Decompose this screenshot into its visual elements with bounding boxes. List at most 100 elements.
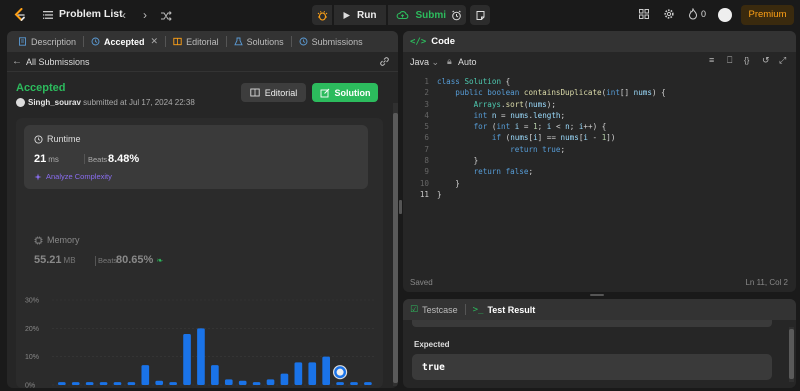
chevron-left-icon[interactable]: ‹ <box>118 8 130 22</box>
y-tick-label: 10% <box>25 354 39 361</box>
chart-bar[interactable] <box>308 362 317 385</box>
code-line[interactable]: 10 } <box>403 178 796 189</box>
chart-bar[interactable] <box>183 334 191 385</box>
code-line[interactable]: 3 Arrays.sort(nums); <box>403 99 796 110</box>
avatar[interactable] <box>718 8 732 22</box>
mode-label[interactable]: Auto <box>458 57 477 67</box>
run-label: Run <box>357 9 377 21</box>
chart-bar[interactable] <box>336 382 344 385</box>
chart-bar[interactable] <box>364 382 372 385</box>
beats-label: Beats <box>88 155 108 164</box>
tab-submissions[interactable]: Submissions <box>294 31 368 52</box>
chart-bar[interactable] <box>141 365 150 385</box>
streak-count: 0 <box>701 9 707 19</box>
code-text: int n = nums.length; <box>473 110 566 120</box>
shuffle-icon[interactable] <box>160 9 172 23</box>
reset-icon[interactable]: ↺ <box>762 55 770 66</box>
output-box <box>412 320 772 327</box>
chevron-right-icon[interactable]: › <box>139 8 151 22</box>
book-icon <box>173 37 182 46</box>
tab-solutions[interactable]: Solutions <box>229 31 289 52</box>
debug-button[interactable] <box>312 5 332 25</box>
all-submissions-link[interactable]: All Submissions <box>26 57 90 67</box>
tab-description[interactable]: Description <box>13 31 81 52</box>
close-icon[interactable]: ✕ <box>151 36 159 47</box>
y-tick-label: 30% <box>25 298 39 305</box>
link-icon[interactable] <box>379 56 390 67</box>
chart-bar[interactable] <box>294 362 303 385</box>
code-line[interactable]: 8 } <box>403 155 796 166</box>
editorial-button[interactable]: Editorial <box>241 83 306 102</box>
code-line[interactable]: 9 return false; <box>403 166 796 177</box>
chart-bar[interactable] <box>350 382 358 385</box>
list-icon[interactable] <box>42 9 54 21</box>
tab-divider <box>225 36 227 47</box>
format-icon[interactable]: ≡ <box>709 55 714 65</box>
line-number: 6 <box>424 133 429 143</box>
scrollbar-thumb[interactable] <box>789 329 794 379</box>
vertical-resize-handle[interactable] <box>399 200 402 214</box>
chart-bar[interactable] <box>71 382 80 385</box>
expected-value: true <box>422 362 445 373</box>
chart-bar[interactable] <box>99 382 108 385</box>
chart-bar[interactable] <box>322 356 330 385</box>
code-line[interactable]: 6 if (nums[i] == nums[i - 1]) <box>403 132 796 143</box>
gear-icon[interactable] <box>663 8 675 20</box>
chart-bar[interactable] <box>113 382 122 385</box>
code-editor[interactable]: 1 class Solution {2 public boolean contai… <box>403 76 796 200</box>
alarm-clock-icon <box>451 10 461 20</box>
chart-bar[interactable] <box>266 379 275 385</box>
tab-accepted[interactable]: Accepted ✕ <box>86 31 163 52</box>
divider <box>84 154 85 164</box>
problem-list-link[interactable]: Problem List <box>59 8 123 20</box>
line-number: 5 <box>424 122 429 132</box>
chart-bar[interactable] <box>197 328 205 385</box>
code-line[interactable]: 5 for (int i = 1; i < n; i++) { <box>403 121 796 132</box>
chart-bar[interactable] <box>58 382 66 385</box>
arrow-left-icon[interactable]: ← <box>12 56 22 67</box>
code-line[interactable]: 11} <box>403 189 796 200</box>
submission-panel: Description Accepted ✕ Editorial Solutio… <box>7 31 398 388</box>
code-line[interactable]: 7 return true; <box>403 144 796 155</box>
submission-subheader: ← All Submissions <box>7 52 398 72</box>
chart-bar[interactable] <box>224 379 233 385</box>
horizontal-resize-handle[interactable] <box>590 294 604 296</box>
code-line[interactable]: 1 class Solution { <box>403 76 796 87</box>
solution-button[interactable]: Solution <box>312 83 378 102</box>
analyze-complexity-link[interactable]: Analyze Complexity <box>34 172 112 181</box>
username[interactable]: Singh_sourav <box>28 98 81 107</box>
notes-button[interactable] <box>470 5 490 25</box>
scrollbar-thumb[interactable] <box>393 113 398 383</box>
editorial-label: Editorial <box>264 87 298 98</box>
leaf-icon: ❧ <box>156 256 164 265</box>
braces-icon[interactable]: {} <box>744 56 749 65</box>
tab-test-result[interactable]: Test Result <box>487 305 535 315</box>
premium-button[interactable]: Premium <box>741 5 794 25</box>
chart-bar[interactable] <box>155 380 164 385</box>
chip-icon <box>34 236 43 244</box>
code-line[interactable]: 2 public boolean containsDuplicate(int[]… <box>403 87 796 98</box>
line-number: 3 <box>424 99 429 109</box>
layout-grid-icon[interactable] <box>638 8 650 20</box>
tab-editorial[interactable]: Editorial <box>168 31 224 52</box>
leetcode-logo[interactable] <box>13 8 27 22</box>
chart-bar[interactable] <box>238 380 247 385</box>
chart-bar[interactable] <box>169 382 177 385</box>
bookmark-icon[interactable]: ⎕ <box>727 55 732 66</box>
chart-bar[interactable] <box>85 382 94 385</box>
tab-testcase[interactable]: Testcase <box>422 305 458 315</box>
chart-bar[interactable] <box>211 365 219 385</box>
expand-icon[interactable]: ⤢ <box>779 55 786 66</box>
language-select[interactable]: Java ⌄ <box>410 57 439 68</box>
memory-label[interactable]: Memory <box>34 235 80 245</box>
cursor-position: Ln 11, Col 2 <box>745 278 788 287</box>
code-line[interactable]: 4 int n = nums.length; <box>403 110 796 121</box>
flame-icon[interactable] <box>688 8 698 20</box>
chart-bar[interactable] <box>252 382 261 385</box>
top-navbar: Problem List ‹ › Run Submit 0 Premium <box>0 0 800 30</box>
runtime-card[interactable]: Runtime 21 ms Beats 8.48% Analyze Complex… <box>24 125 368 189</box>
run-button[interactable]: Run <box>334 5 387 25</box>
chart-bar[interactable] <box>280 373 289 385</box>
timer-button[interactable] <box>446 5 466 25</box>
chart-bar[interactable] <box>127 382 136 385</box>
